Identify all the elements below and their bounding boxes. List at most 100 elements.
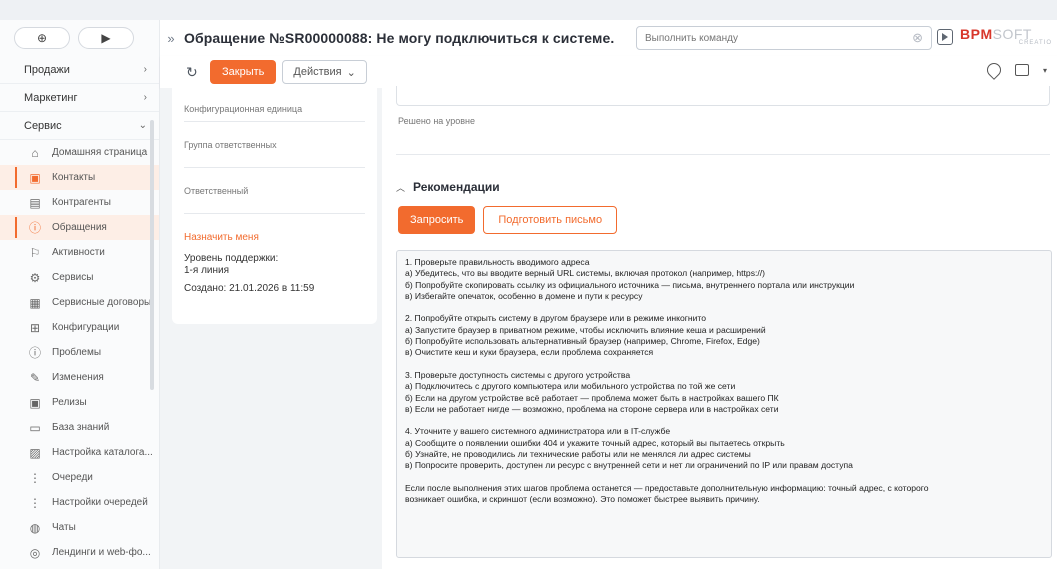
book-icon: ▭ xyxy=(29,420,41,435)
sidebar-group-marketing[interactable]: Маркетинг › xyxy=(0,84,159,112)
recommendation-line: б) Если на другом устройстве всё работае… xyxy=(405,392,779,403)
sidebar-item-problems[interactable]: ⓘ Проблемы xyxy=(0,340,159,365)
queue-settings-icon: ⋮ xyxy=(29,495,41,510)
sidebar-item-queue-settings[interactable]: ⋮ Настройки очередей xyxy=(0,490,159,515)
sidebar-item-changes[interactable]: ✎ Изменения xyxy=(0,365,159,390)
divider xyxy=(396,154,1050,155)
group-field[interactable]: Группа ответственных xyxy=(184,122,365,168)
assign-me-link[interactable]: Назначить меня xyxy=(184,232,365,243)
case-icon: ⓘ xyxy=(28,221,41,235)
sidebar-item-queues[interactable]: ⋮ Очереди xyxy=(0,465,159,490)
pencil-icon: ✎ xyxy=(29,370,41,385)
sidebar-group-sales[interactable]: Продажи › xyxy=(0,56,159,84)
sidebar-item-contacts[interactable]: ▣ Контакты xyxy=(0,165,159,190)
recommendation-line: Если после выполнения этих шагов проблем… xyxy=(405,482,929,493)
flag-icon: ⚐ xyxy=(29,245,41,260)
sidebar-item-services[interactable]: ⚙ Сервисы xyxy=(0,265,159,290)
recommendation-line: а) Запустите браузер в приватном режиме,… xyxy=(405,324,766,335)
sidebar-item-label: Контрагенты xyxy=(52,197,111,208)
chevron-down-icon: ⌄ xyxy=(346,66,356,79)
sidebar-item-activities[interactable]: ⚐ Активности xyxy=(0,240,159,265)
solved-at-level-field[interactable]: Решено на уровне xyxy=(398,116,475,126)
responsible-field[interactable]: Ответственный xyxy=(184,168,365,214)
close-button[interactable]: Закрыть xyxy=(210,60,277,84)
sidebar-item-label: Релизы xyxy=(52,397,87,408)
services-icon: ⚙ xyxy=(29,270,41,285)
sidebar-item-label: Очереди xyxy=(52,472,93,483)
sidebar-item-label: Домашняя страница xyxy=(52,147,148,158)
sidebar-item-configurations[interactable]: ⊞ Конфигурации xyxy=(0,315,159,340)
sidebar-item-label: Проблемы xyxy=(52,347,102,358)
recommendation-line: 1. Проверьте правильность вводимого адре… xyxy=(405,257,590,267)
recommendation-line: б) Попробуйте скопировать ссылку из офиц… xyxy=(405,279,855,290)
recommendation-line: б) Узнайте, не проводились ли технически… xyxy=(405,449,751,460)
sidebar-item-label: Сервисы xyxy=(52,272,94,283)
config-unit-field[interactable]: Конфигурационная единица xyxy=(184,88,365,122)
account-icon: ▤ xyxy=(29,195,41,210)
sidebar-item-contracts[interactable]: ▦ Сервисные договоры xyxy=(0,290,159,315)
page-header: » Обращение №SR00000088: Не могу подключ… xyxy=(160,20,1057,56)
top-strip xyxy=(0,0,1057,20)
sidebar-item-catalog-settings[interactable]: ▨ Настройка каталога... xyxy=(0,440,159,465)
problem-icon: ⓘ xyxy=(28,346,41,360)
recommendations-title: Рекомендации xyxy=(413,180,500,194)
clear-icon[interactable]: ⊗ xyxy=(912,30,923,46)
play-icon: ▶ xyxy=(101,31,111,45)
play-process-icon[interactable] xyxy=(937,29,953,45)
feed-icon[interactable] xyxy=(1014,64,1029,76)
request-button[interactable]: Запросить xyxy=(398,206,476,234)
sidebar-item-label: Конфигурации xyxy=(52,322,120,333)
sidebar-scrollbar[interactable] xyxy=(150,120,154,390)
sidebar-item-label: Настройка каталога... xyxy=(52,447,153,458)
contact-icon: ▣ xyxy=(29,170,41,185)
sidebar-item-landings[interactable]: ◎ Лендинги и web-фо... xyxy=(0,540,159,565)
sidebar-item-cases[interactable]: ⓘ Обращения xyxy=(0,215,159,240)
tag-icon[interactable] xyxy=(984,60,1004,80)
recommendation-line: в) Попросите проверить, доступен ли ресу… xyxy=(405,460,853,471)
prepare-letter-button[interactable]: Подготовить письмо xyxy=(483,206,618,234)
support-level: Уровень поддержки: 1-я линия xyxy=(184,253,365,277)
queue-icon: ⋮ xyxy=(29,470,41,485)
sidebar-group-label: Продажи xyxy=(24,63,70,76)
run-process-button[interactable]: ▶ xyxy=(78,27,134,49)
sidebar-item-accounts[interactable]: ▤ Контрагенты xyxy=(0,190,159,215)
sidebar-item-label: Изменения xyxy=(52,372,104,383)
command-line[interactable]: ⊗ xyxy=(636,26,932,50)
config-icon: ⊞ xyxy=(29,320,41,335)
chevron-down-icon: ⌄ xyxy=(138,120,147,131)
command-input[interactable] xyxy=(645,32,913,44)
recommendation-line: возникает ошибка, и скриншот (если возмо… xyxy=(405,494,760,505)
sidebar-group-label: Маркетинг xyxy=(24,91,78,104)
recommendation-line: 4. Уточните у вашего системного админист… xyxy=(405,426,671,437)
recommendations-header[interactable]: ︿ Рекомендации xyxy=(396,180,500,194)
content-area: Конфигурационная единица Группа ответств… xyxy=(160,86,1057,569)
sidebar-top: ⊕ ▶ xyxy=(0,20,159,56)
chat-icon: ◍ xyxy=(29,520,41,535)
caret-down-icon[interactable]: ▾ xyxy=(1043,66,1047,75)
refresh-icon[interactable]: ↻ xyxy=(186,64,202,80)
sidebar-item-releases[interactable]: ▣ Релизы xyxy=(0,390,159,415)
case-info-panel: Конфигурационная единица Группа ответств… xyxy=(172,88,377,324)
add-button[interactable]: ⊕ xyxy=(14,27,70,49)
sidebar-item-chats[interactable]: ◍ Чаты xyxy=(0,515,159,540)
landing-icon: ◎ xyxy=(29,545,41,560)
logo-text-a: BPM xyxy=(960,26,993,42)
text-area[interactable] xyxy=(396,86,1050,106)
field-label: Группа ответственных xyxy=(184,139,277,150)
actions-button[interactable]: Действия ⌄ xyxy=(282,60,367,84)
recommendations-text[interactable]: 1. Проверьте правильность вводимого адре… xyxy=(396,250,1052,558)
sidebar-item-knowledge-base[interactable]: ▭ База знаний xyxy=(0,415,159,440)
recommendation-line: 2. Попробуйте открыть систему в другом б… xyxy=(405,313,707,324)
collapse-sidebar-icon[interactable]: » xyxy=(160,31,182,46)
recommendation-line: в) Очистите кеш и куки браузера, если пр… xyxy=(405,347,654,358)
sidebar-item-home[interactable]: ⌂ Домашняя страница xyxy=(0,140,159,165)
sidebar-group-service[interactable]: Сервис ⌄ xyxy=(0,112,159,140)
calendar-icon: ▣ xyxy=(29,395,41,410)
catalog-icon: ▨ xyxy=(29,445,41,460)
support-level-label: Уровень поддержки: xyxy=(184,253,279,264)
recommendation-line: в) Если не работает нигде — возможно, пр… xyxy=(405,403,779,414)
field-label: Конфигурационная единица xyxy=(184,103,303,114)
